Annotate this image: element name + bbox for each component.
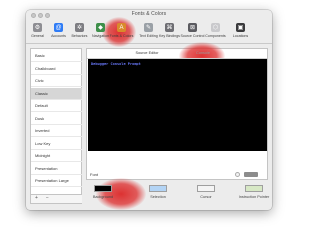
- toolbar-item-label: Locations: [232, 34, 249, 38]
- toolbar-item-5[interactable]: ✎ Text Editing: [138, 22, 159, 43]
- color-well-2[interactable]: Cursor: [188, 185, 224, 199]
- text-editing-icon: ✎: [144, 23, 153, 32]
- theme-list-item[interactable]: Presentation: [31, 163, 82, 175]
- toolbar-item-1[interactable]: @ Accounts: [48, 22, 69, 43]
- theme-list-footer: + −: [31, 194, 82, 203]
- theme-list-item[interactable]: Classic: [31, 87, 82, 100]
- color-well-label: Cursor: [200, 195, 212, 199]
- theme-list: Basic Chalkboard Civic Classic Default Dusk In…: [30, 48, 82, 204]
- color-wells: Background Selection Cursor Instruction Poi…: [85, 178, 269, 210]
- theme-list-item[interactable]: Inverted: [31, 125, 82, 137]
- tab-console[interactable]: Console: [183, 50, 223, 57]
- toolbar-item-6[interactable]: ⌘ Key Bindings: [159, 22, 180, 43]
- console-preview[interactable]: Debugger Console Prompt: [88, 59, 267, 151]
- toolbar-item-3[interactable]: ◆ Navigation: [90, 22, 111, 43]
- theme-list-item[interactable]: Midnight: [31, 150, 82, 162]
- theme-list-item[interactable]: Civic: [31, 75, 82, 87]
- components-icon: ⬡: [211, 23, 220, 32]
- tab-source-editor[interactable]: Source Editor: [127, 50, 167, 57]
- font-picker-button[interactable]: [244, 172, 258, 177]
- toolbar-item-2[interactable]: ✲ Behaviors: [69, 22, 90, 43]
- keyboard-icon: ⌘: [165, 23, 174, 32]
- color-swatch[interactable]: [245, 185, 263, 192]
- color-well-1[interactable]: Selection: [140, 185, 176, 199]
- switch-icon: ⚙: [33, 23, 42, 32]
- color-swatch[interactable]: [197, 185, 215, 192]
- theme-list-item[interactable]: Presentation Large: [31, 175, 82, 187]
- window-title: Fonts & Colors: [131, 11, 167, 17]
- remove-theme-button[interactable]: −: [46, 195, 49, 201]
- color-well-0[interactable]: Background: [85, 185, 121, 199]
- theme-list-item[interactable]: Basic: [31, 50, 82, 62]
- color-well-label: Selection: [150, 195, 166, 199]
- gear-icon: ✲: [75, 23, 84, 32]
- font-option-radio[interactable]: [235, 172, 240, 177]
- color-well-label: Background: [92, 195, 114, 199]
- debugger-console-prompt: Debugger Console Prompt: [91, 62, 141, 66]
- color-well-label: Instruction Pointer: [238, 195, 270, 199]
- toolbar-item-7[interactable]: ⊠ Source Control: [181, 22, 204, 43]
- color-swatch[interactable]: [149, 185, 167, 192]
- toolbar-item-0[interactable]: ⚙ General: [27, 22, 48, 43]
- theme-list-item[interactable]: Chalkboard: [31, 63, 82, 75]
- preferences-window: Fonts & Colors ⚙ General @ Accounts ✲ Behavio…: [26, 10, 272, 210]
- color-swatch[interactable]: [94, 185, 112, 192]
- toolbar-item-9[interactable]: ▣ Locations: [230, 22, 251, 43]
- font-label: Font: [90, 172, 99, 177]
- compass-icon: ◆: [96, 23, 105, 32]
- preferences-toolbar: ⚙ General @ Accounts ✲ Behaviors ◆ Navigation A F…: [26, 17, 272, 47]
- theme-list-item[interactable]: Low Key: [31, 138, 82, 150]
- theme-editor: Source Editor Console Debugger Console P…: [86, 42, 268, 180]
- fonts-colors-icon: A: [117, 23, 126, 32]
- source-control-icon: ⊠: [188, 23, 197, 32]
- color-well-3[interactable]: Instruction Pointer: [236, 185, 272, 199]
- theme-list-item[interactable]: Dusk: [31, 113, 82, 125]
- toolbar-item-8[interactable]: ⬡ Components: [205, 22, 226, 43]
- title-bar: Fonts & Colors: [26, 10, 272, 21]
- add-theme-button[interactable]: +: [35, 195, 38, 201]
- at-sign-icon: @: [54, 23, 63, 32]
- locations-icon: ▣: [236, 23, 245, 32]
- toolbar-item-4[interactable]: A Fonts & Colors: [110, 22, 133, 43]
- theme-list-item[interactable]: Default: [31, 100, 82, 112]
